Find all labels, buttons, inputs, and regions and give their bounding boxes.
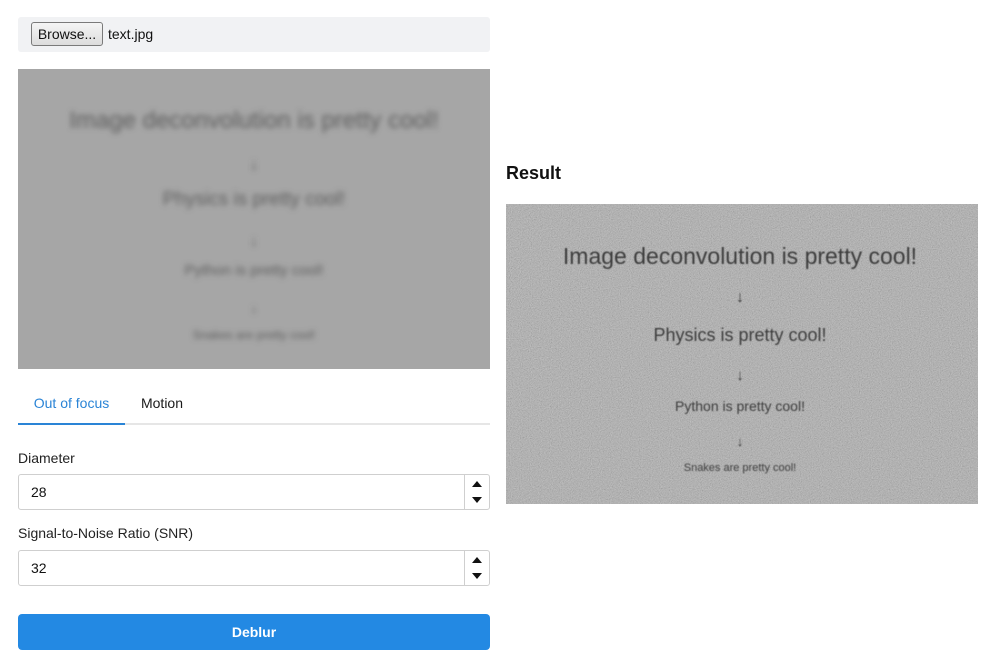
snr-label: Signal-to-Noise Ratio (SNR) bbox=[18, 525, 194, 541]
snr-spinner bbox=[464, 551, 489, 585]
file-input[interactable]: Browse... text.jpg bbox=[18, 17, 490, 52]
snr-input[interactable]: 32 bbox=[18, 550, 490, 586]
input-line: ↓ bbox=[250, 154, 259, 174]
result-image: Image deconvolution is pretty cool! ↓ Ph… bbox=[506, 204, 978, 504]
input-line: Python is pretty cool! bbox=[184, 262, 323, 279]
result-line: Snakes are pretty cool! bbox=[684, 462, 797, 474]
diameter-input[interactable]: 28 bbox=[18, 474, 490, 510]
deblur-button[interactable]: Deblur bbox=[18, 614, 490, 650]
spin-down-icon[interactable] bbox=[465, 492, 489, 509]
diameter-spinner bbox=[464, 475, 489, 509]
spin-up-icon[interactable] bbox=[465, 551, 489, 568]
result-line: Python is pretty cool! bbox=[675, 398, 805, 414]
spin-down-icon[interactable] bbox=[465, 568, 489, 585]
input-line: ↓ bbox=[250, 233, 258, 250]
snr-value: 32 bbox=[31, 560, 47, 576]
browse-button[interactable]: Browse... bbox=[31, 22, 103, 46]
input-line: Physics is pretty cool! bbox=[163, 189, 346, 210]
input-line: ↓ bbox=[251, 300, 258, 316]
file-name: text.jpg bbox=[108, 26, 154, 42]
result-line: Image deconvolution is pretty cool! bbox=[563, 243, 917, 269]
spin-up-icon[interactable] bbox=[465, 475, 489, 492]
result-line: Physics is pretty cool! bbox=[653, 325, 826, 345]
result-line: ↓ bbox=[737, 434, 744, 449]
result-line: ↓ bbox=[736, 367, 744, 384]
input-line: Snakes are pretty cool! bbox=[193, 328, 316, 342]
diameter-value: 28 bbox=[31, 484, 47, 500]
tab-motion[interactable]: Motion bbox=[125, 382, 199, 425]
tab-bar: Out of focus Motion bbox=[18, 382, 490, 425]
result-heading: Result bbox=[506, 163, 562, 183]
result-line: ↓ bbox=[736, 289, 744, 306]
diameter-label: Diameter bbox=[18, 450, 75, 466]
input-image: Image deconvolution is pretty cool! ↓ Ph… bbox=[18, 69, 490, 369]
input-line: Image deconvolution is pretty cool! bbox=[69, 107, 439, 134]
tab-out-of-focus[interactable]: Out of focus bbox=[18, 382, 125, 425]
